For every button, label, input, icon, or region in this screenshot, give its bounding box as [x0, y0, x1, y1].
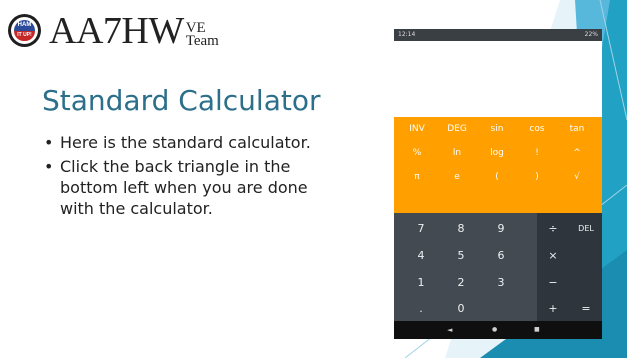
- logo-subtitle: VE Team: [185, 21, 219, 49]
- key-7[interactable]: 7: [404, 215, 438, 243]
- sci-row: π e ( ) √: [394, 165, 602, 189]
- bullet-list: Here is the standard calculator. Click t…: [42, 132, 332, 222]
- status-bar: 12:14 22%: [394, 29, 602, 41]
- key-ln[interactable]: ln: [440, 141, 474, 165]
- logo-sub-bottom: Team: [185, 33, 219, 49]
- key-multiply[interactable]: ×: [537, 242, 569, 270]
- key-pi[interactable]: π: [400, 165, 434, 189]
- phone-screenshot: 12:14 22% INV DEG sin cos tan % ln log !…: [394, 29, 602, 339]
- slide-title: Standard Calculator: [42, 84, 321, 117]
- key-deg[interactable]: DEG: [440, 117, 474, 141]
- logo-callsign: AA7HW: [49, 10, 184, 52]
- key-e[interactable]: e: [440, 165, 474, 189]
- key-8[interactable]: 8: [444, 215, 478, 243]
- key-log[interactable]: log: [480, 141, 514, 165]
- key-close-paren[interactable]: ): [520, 165, 554, 189]
- operator-keypad: ÷ DEL × − + =: [537, 213, 602, 321]
- recents-icon[interactable]: ■: [534, 321, 540, 339]
- android-nav-bar: ◄ ● ■: [394, 321, 602, 339]
- key-9[interactable]: 9: [484, 215, 518, 243]
- back-triangle-icon[interactable]: ◄: [447, 321, 452, 339]
- key-0[interactable]: 0: [444, 295, 478, 323]
- key-open-paren[interactable]: (: [480, 165, 514, 189]
- key-plus[interactable]: +: [537, 295, 569, 323]
- scientific-keypad: INV DEG sin cos tan % ln log ! ^ π e ( )…: [394, 117, 602, 213]
- ham-it-up-badge-icon: HAM IT UP!: [8, 14, 41, 47]
- key-2[interactable]: 2: [444, 269, 478, 297]
- key-4[interactable]: 4: [404, 242, 438, 270]
- key-factorial[interactable]: !: [520, 141, 554, 165]
- key-inv[interactable]: INV: [400, 117, 434, 141]
- bullet-item: Here is the standard calculator.: [42, 132, 332, 153]
- key-sqrt[interactable]: √: [560, 165, 594, 189]
- bullet-item: Click the back triangle in the bottom le…: [42, 156, 332, 219]
- key-minus[interactable]: −: [537, 269, 569, 297]
- slide: HAM IT UP! AA7HW VE Team Standard Calcul…: [0, 0, 627, 358]
- logo: HAM IT UP! AA7HW VE Team: [8, 12, 219, 50]
- home-icon[interactable]: ●: [492, 321, 497, 339]
- key-divide[interactable]: ÷: [537, 215, 569, 243]
- sci-row: INV DEG sin cos tan: [394, 117, 602, 141]
- key-cos[interactable]: cos: [520, 117, 554, 141]
- key-power[interactable]: ^: [560, 141, 594, 165]
- key-equals[interactable]: =: [570, 295, 602, 323]
- key-5[interactable]: 5: [444, 242, 478, 270]
- key-percent[interactable]: %: [400, 141, 434, 165]
- key-delete[interactable]: DEL: [570, 215, 602, 243]
- key-3[interactable]: 3: [484, 269, 518, 297]
- status-time: 12:14: [398, 31, 416, 38]
- status-battery: 22%: [584, 31, 598, 38]
- key-tan[interactable]: tan: [560, 117, 594, 141]
- key-decimal[interactable]: .: [404, 295, 438, 323]
- key-1[interactable]: 1: [404, 269, 438, 297]
- sci-row: % ln log ! ^: [394, 141, 602, 165]
- key-sin[interactable]: sin: [480, 117, 514, 141]
- key-6[interactable]: 6: [484, 242, 518, 270]
